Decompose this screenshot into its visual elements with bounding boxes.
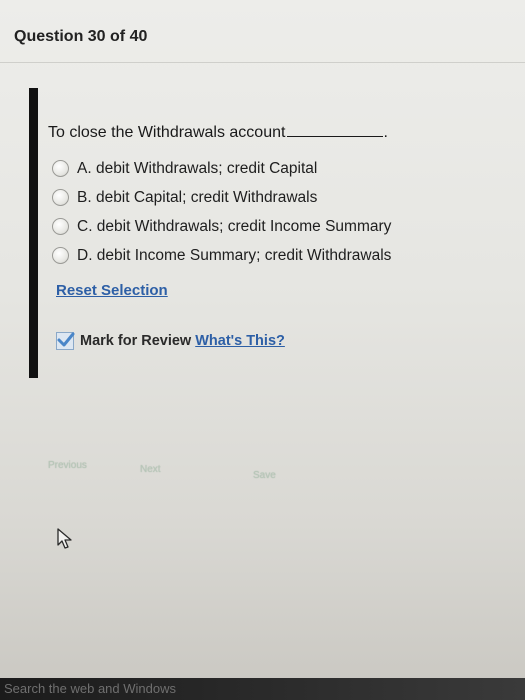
question-prompt: To close the Withdrawals account. [48, 122, 388, 142]
previous-button[interactable]: Previous [48, 460, 87, 471]
option-c[interactable]: C. debit Withdrawals; credit Income Summ… [52, 212, 391, 241]
taskbar-search-box[interactable]: Search the web and Windows [4, 681, 176, 696]
mark-for-review-label: Mark for Review [80, 333, 192, 349]
question-text: To close the Withdrawals account [48, 124, 286, 141]
reset-selection-link[interactable]: Reset Selection [56, 282, 168, 299]
option-c-label: C. debit Withdrawals; credit Income Summ… [77, 217, 392, 235]
radio-button-d[interactable] [52, 247, 69, 264]
mark-for-review-checkbox[interactable] [56, 332, 75, 350]
option-a[interactable]: A. debit Withdrawals; credit Capital [52, 154, 391, 183]
whats-this-link[interactable]: What's This? [195, 333, 285, 349]
option-d[interactable]: D. debit Income Summary; credit Withdraw… [52, 241, 391, 270]
check-icon [57, 332, 75, 347]
question-period: . [383, 124, 388, 141]
question-counter: Question 30 of 40 [14, 28, 148, 45]
windows-taskbar: Search the web and Windows [0, 678, 525, 700]
option-b-label: B. debit Capital; credit Withdrawals [77, 188, 318, 206]
header-divider [0, 62, 525, 63]
radio-button-c[interactable] [52, 218, 69, 235]
mouse-cursor-icon [56, 528, 74, 555]
save-button[interactable]: Save [253, 470, 276, 481]
answer-options: A. debit Withdrawals; credit Capital B. … [52, 154, 391, 270]
radio-button-a[interactable] [52, 160, 69, 177]
option-b[interactable]: B. debit Capital; credit Withdrawals [52, 183, 391, 212]
question-marker-bar [29, 88, 38, 378]
next-button[interactable]: Next [140, 464, 161, 475]
option-d-label: D. debit Income Summary; credit Withdraw… [77, 246, 392, 264]
option-a-label: A. debit Withdrawals; credit Capital [77, 159, 318, 177]
radio-button-b[interactable] [52, 189, 69, 206]
quiz-page: Question 30 of 40 To close the Withdrawa… [0, 0, 525, 700]
mark-for-review: Mark for Review What's This? [56, 332, 285, 350]
answer-blank [287, 122, 384, 137]
